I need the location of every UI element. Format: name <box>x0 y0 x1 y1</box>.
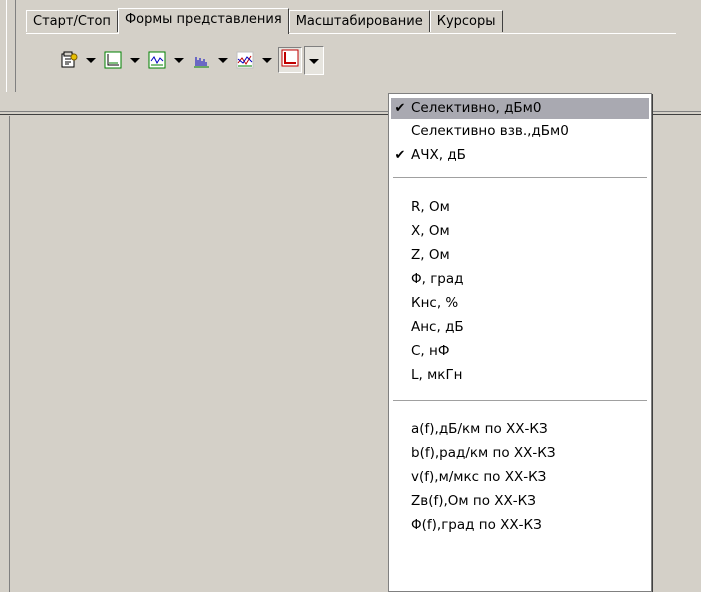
menu-item-ans[interactable]: Анс, дБ <box>391 317 649 338</box>
chevron-down-icon[interactable] <box>86 57 96 63</box>
red-graph-icon <box>281 49 299 67</box>
graph-button[interactable] <box>104 48 140 72</box>
bar-chart-button[interactable] <box>192 48 228 72</box>
menu-item-label: Селективно взв.,дБм0 <box>411 123 569 139</box>
menu-item-label: Φ, град <box>411 271 464 287</box>
menu-item-phi-f[interactable]: Φ(f),град по ХХ-КЗ <box>391 515 649 536</box>
menu-item-selective-dbm0[interactable]: ✔ Селективно, дБм0 <box>391 98 649 119</box>
tab-scaling[interactable]: Масштабирование <box>288 10 430 32</box>
menu-item-label: a(f),дБ/км по ХХ-КЗ <box>411 421 548 437</box>
properties-icon <box>60 51 78 69</box>
menu-item-label: C, нФ <box>411 343 450 359</box>
tab-strip: Старт/Стоп Формы представления Масштабир… <box>26 8 503 34</box>
toolbar-grip <box>6 0 16 92</box>
menu-item-kns[interactable]: Кнс, % <box>391 293 649 314</box>
menu-item-label: R, Ом <box>411 199 450 215</box>
menu-item-v-f[interactable]: v(f),м/мкс по ХХ-КЗ <box>391 467 649 488</box>
menu-item-c[interactable]: C, нФ <box>391 341 649 362</box>
menu-item-l[interactable]: L, мкГн <box>391 365 649 386</box>
menu-item-phase[interactable]: Φ, град <box>391 269 649 290</box>
side-panel <box>651 116 701 592</box>
menu-item-label: Zв(f),Ом по ХХ-КЗ <box>411 493 536 509</box>
chevron-down-icon[interactable] <box>174 57 184 63</box>
menu-item-r[interactable]: R, Ом <box>391 197 649 218</box>
chevron-down-icon[interactable] <box>309 58 319 64</box>
wave-graph-icon <box>148 51 166 69</box>
view-dropdown-menu: ✔ Селективно, дБм0 Селективно взв.,дБм0 … <box>388 93 652 592</box>
red-graph-dropdown[interactable] <box>304 45 324 75</box>
chevron-down-icon[interactable] <box>218 57 228 63</box>
wave-graph-button[interactable] <box>148 48 184 72</box>
tab-start-stop[interactable]: Старт/Стоп <box>26 10 118 32</box>
menu-item-label: Анс, дБ <box>411 319 464 335</box>
red-graph-pressed[interactable] <box>278 47 302 73</box>
menu-item-label: X, Ом <box>411 223 450 239</box>
menu-item-label: b(f),рад/км по ХХ-КЗ <box>411 445 556 461</box>
tab-cursors[interactable]: Курсоры <box>429 10 503 32</box>
menu-item-label: Φ(f),град по ХХ-КЗ <box>411 517 542 533</box>
menu-item-label: L, мкГн <box>411 367 463 383</box>
bar-chart-icon <box>192 51 210 69</box>
menu-item-z[interactable]: Z, Ом <box>391 245 649 266</box>
menu-item-label: АЧХ, дБ <box>411 147 466 163</box>
tab-forms[interactable]: Формы представления <box>117 8 289 34</box>
graph-icon <box>104 51 122 69</box>
chevron-down-icon[interactable] <box>262 57 272 63</box>
menu-item-a-f[interactable]: a(f),дБ/км по ХХ-КЗ <box>391 419 649 440</box>
multi-graph-icon <box>236 51 254 69</box>
menu-separator <box>393 400 647 401</box>
red-graph-button[interactable] <box>278 45 324 75</box>
menu-item-label: Z, Ом <box>411 247 450 263</box>
properties-button[interactable] <box>60 48 96 72</box>
main-panel <box>9 116 390 592</box>
menu-item-label: Кнс, % <box>411 295 459 311</box>
panel-border <box>9 116 10 592</box>
multi-graph-button[interactable] <box>236 48 272 72</box>
menu-item-selective-weighted[interactable]: Селективно взв.,дБм0 <box>391 121 649 142</box>
menu-separator <box>393 177 647 178</box>
check-icon: ✔ <box>394 148 406 163</box>
menu-item-label: Селективно, дБм0 <box>411 100 542 116</box>
menu-item-zv-f[interactable]: Zв(f),Ом по ХХ-КЗ <box>391 491 649 512</box>
menu-item-afc-db[interactable]: ✔ АЧХ, дБ <box>391 145 649 166</box>
chevron-down-icon[interactable] <box>130 57 140 63</box>
menu-item-label: v(f),м/мкс по ХХ-КЗ <box>411 469 547 485</box>
menu-item-x[interactable]: X, Ом <box>391 221 649 242</box>
menu-item-b-f[interactable]: b(f),рад/км по ХХ-КЗ <box>391 443 649 464</box>
check-icon: ✔ <box>394 101 406 116</box>
